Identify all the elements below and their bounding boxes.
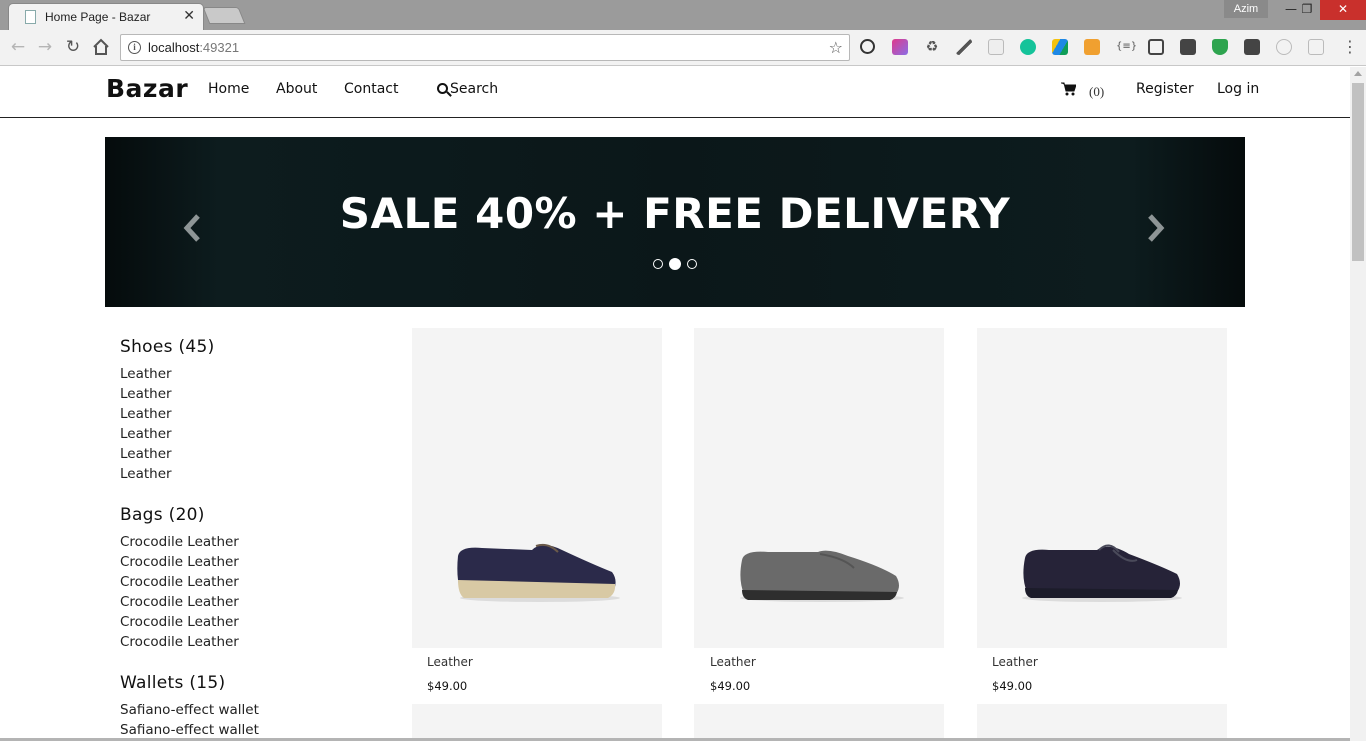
carousel-headline: SALE 40% + FREE DELIVERY	[339, 189, 1011, 238]
category-item[interactable]: Crocodile Leather	[120, 614, 239, 630]
address-bar[interactable]: i localhost:49321 ☆	[120, 34, 850, 61]
product-name[interactable]: Leather	[992, 655, 1038, 669]
category-item[interactable]: Crocodile Leather	[120, 594, 239, 610]
product-price: $49.00	[992, 679, 1033, 693]
extension-icon[interactable]: {≡}	[1116, 39, 1137, 55]
extension-icon[interactable]	[1180, 39, 1196, 55]
carousel-dot[interactable]	[687, 259, 697, 269]
forward-arrow-icon[interactable]: →	[34, 36, 56, 58]
driving-shoe-icon	[1022, 544, 1182, 602]
cart-icon[interactable]	[1061, 82, 1076, 96]
maximize-button[interactable]: ❐	[1293, 0, 1321, 20]
product-image[interactable]	[977, 704, 1227, 741]
category-item[interactable]: Crocodile Leather	[120, 554, 239, 570]
extension-icon[interactable]	[1052, 39, 1068, 55]
reload-icon[interactable]: ↻	[62, 36, 84, 58]
category-heading[interactable]: Shoes (45)	[120, 337, 215, 357]
category-item[interactable]: Crocodile Leather	[120, 634, 239, 650]
register-link[interactable]: Register	[1136, 81, 1194, 97]
extension-icon[interactable]	[1212, 39, 1228, 55]
category-item[interactable]: Leather	[120, 426, 172, 442]
category-item[interactable]: Leather	[120, 406, 172, 422]
profile-button[interactable]: Azim	[1224, 0, 1268, 18]
extension-icon[interactable]	[1308, 39, 1324, 55]
login-link[interactable]: Log in	[1217, 81, 1259, 97]
category-item[interactable]: Crocodile Leather	[120, 574, 239, 590]
product-image[interactable]	[412, 328, 662, 648]
browser-titlebar: Home Page - Bazar ✕ Azim — ❐ ✕	[0, 0, 1366, 30]
category-item[interactable]: Leather	[120, 386, 172, 402]
product-name[interactable]: Leather	[710, 655, 756, 669]
category-item[interactable]: Safiano-effect wallet	[120, 702, 259, 718]
category-item[interactable]: Crocodile Leather	[120, 534, 239, 550]
search-link[interactable]: Search	[437, 81, 498, 97]
loafer-shoe-icon	[740, 550, 904, 602]
tab-title: Home Page - Bazar	[45, 10, 151, 24]
site-info-icon[interactable]: i	[128, 41, 141, 54]
browser-toolbar: ← → ↻ i localhost:49321 ☆ ♻ {≡} ⋮	[0, 30, 1366, 66]
site-header: Bazar Home About Contact Search (0) Regi…	[0, 67, 1350, 118]
carousel-prev-icon[interactable]	[182, 213, 202, 243]
product-image[interactable]	[977, 328, 1227, 648]
page-scrollbar[interactable]	[1350, 67, 1366, 741]
nav-about-link[interactable]: About	[276, 81, 317, 97]
bookmark-star-icon[interactable]: ☆	[829, 38, 843, 57]
category-item[interactable]: Leather	[120, 466, 172, 482]
extension-icon[interactable]	[1084, 39, 1100, 55]
category-item[interactable]: Leather	[120, 366, 172, 382]
extension-icon[interactable]	[956, 39, 972, 55]
category-item[interactable]: Safiano-effect wallet	[120, 722, 259, 738]
site-logo[interactable]: Bazar	[106, 74, 188, 103]
hero-carousel: SALE 40% + FREE DELIVERY	[105, 137, 1245, 307]
home-icon[interactable]	[90, 36, 112, 58]
extension-icon[interactable]	[1244, 39, 1260, 55]
product-image[interactable]	[694, 704, 944, 741]
category-item[interactable]: Leather	[120, 446, 172, 462]
page-favicon-icon	[25, 10, 36, 24]
product-image[interactable]	[412, 704, 662, 741]
product-image[interactable]	[694, 328, 944, 648]
scroll-thumb[interactable]	[1352, 83, 1364, 261]
browser-tab[interactable]: Home Page - Bazar ✕	[8, 3, 204, 30]
extension-icon[interactable]	[860, 39, 875, 54]
extension-icon[interactable]	[892, 39, 908, 55]
extension-icon[interactable]	[1276, 39, 1292, 55]
extension-icon[interactable]	[988, 39, 1004, 55]
nav-home-link[interactable]: Home	[208, 81, 249, 97]
category-heading[interactable]: Wallets (15)	[120, 673, 225, 693]
extension-icon[interactable]	[1148, 39, 1164, 55]
product-price: $49.00	[710, 679, 751, 693]
product-name[interactable]: Leather	[427, 655, 473, 669]
new-tab-button[interactable]	[202, 7, 246, 24]
carousel-next-icon[interactable]	[1146, 213, 1166, 243]
nav-contact-link[interactable]: Contact	[344, 81, 398, 97]
cart-count[interactable]: (0)	[1089, 84, 1104, 100]
close-window-button[interactable]: ✕	[1320, 0, 1366, 20]
scroll-up-icon[interactable]	[1354, 71, 1362, 76]
carousel-dot[interactable]	[653, 259, 663, 269]
extension-icon[interactable]: ♻	[924, 39, 940, 55]
browser-menu-icon[interactable]: ⋮	[1342, 38, 1358, 56]
category-heading[interactable]: Bags (20)	[120, 505, 205, 525]
back-arrow-icon[interactable]: ←	[7, 36, 29, 58]
search-icon	[437, 83, 448, 94]
boat-shoe-icon	[457, 543, 620, 602]
product-price: $49.00	[427, 679, 468, 693]
extension-icon[interactable]	[1020, 39, 1036, 55]
url-text[interactable]: localhost:49321	[148, 40, 239, 55]
carousel-dot[interactable]	[669, 258, 681, 270]
tab-close-icon[interactable]: ✕	[183, 8, 195, 24]
